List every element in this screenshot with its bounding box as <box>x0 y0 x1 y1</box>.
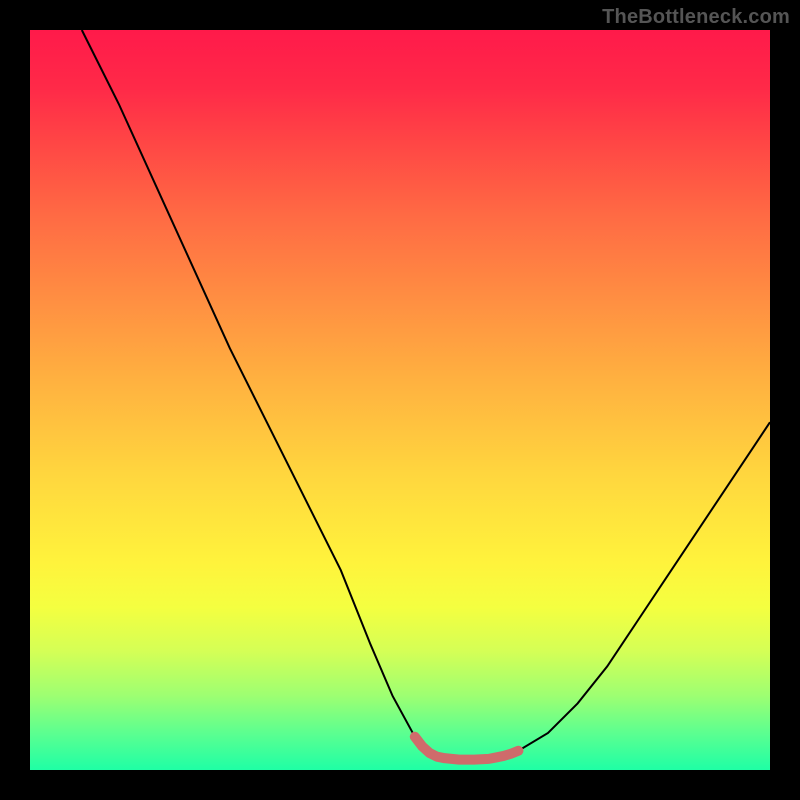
watermark-text: TheBottleneck.com <box>602 6 790 29</box>
optimal-zone <box>415 737 519 760</box>
plot-area <box>30 30 770 770</box>
chart-svg <box>30 30 770 770</box>
chart-frame: TheBottleneck.com <box>0 0 800 800</box>
bottleneck-curve <box>82 30 770 760</box>
